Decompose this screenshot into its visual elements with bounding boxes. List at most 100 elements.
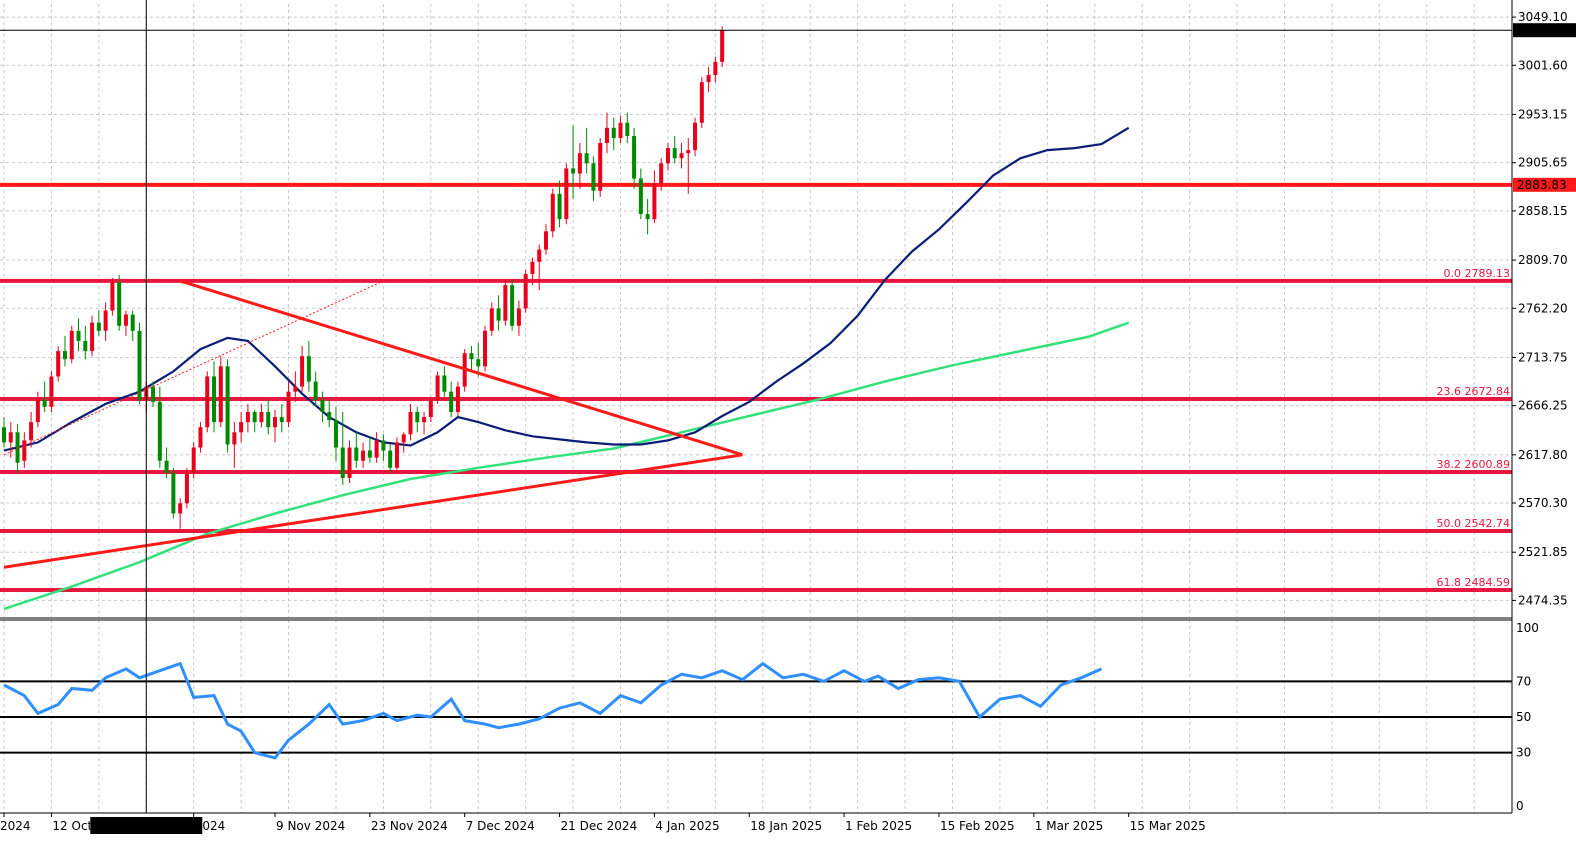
candle-body <box>340 447 345 478</box>
candle-body <box>218 366 223 423</box>
price-tick-label: 2858.15 <box>1518 204 1568 218</box>
candle-body <box>435 375 440 400</box>
candle-body <box>2 427 6 443</box>
candle-body <box>442 375 447 392</box>
candle-body <box>157 401 162 461</box>
candle-body <box>679 153 684 159</box>
time-tick-label: 1 Mar 2025 <box>1035 819 1103 833</box>
candle-body <box>293 386 298 392</box>
candle-body <box>544 231 548 250</box>
candle-body <box>401 434 406 443</box>
candle-body <box>483 330 488 367</box>
candle-body <box>178 503 183 514</box>
fib-level-label: 38.2 2600.89 <box>1437 458 1510 471</box>
price-tick-label: 2905.65 <box>1518 156 1568 170</box>
candle-body <box>320 399 325 412</box>
candle-body <box>557 193 562 220</box>
time-tick-label: 1 Feb 2025 <box>845 819 912 833</box>
candle-body <box>361 450 366 461</box>
candle-body <box>652 183 657 220</box>
level-price-tag-text: 2883.83 <box>1517 178 1567 192</box>
candle-body <box>300 356 305 387</box>
price-tick-label: 2762.20 <box>1518 301 1568 315</box>
candle-body <box>103 310 108 331</box>
time-tick-label: 12 Oct <box>52 819 92 833</box>
candle-body <box>306 356 311 382</box>
candle-body <box>29 422 34 441</box>
time-tick-label: 2024 <box>0 819 31 833</box>
price-tick-label: 3049.10 <box>1518 10 1568 24</box>
candle-body <box>503 285 508 321</box>
candle-body <box>713 61 718 76</box>
candle-body <box>286 391 291 423</box>
price-tick-label: 2617.80 <box>1518 448 1568 462</box>
candle-body <box>550 193 555 232</box>
candle-body <box>225 366 230 445</box>
candle-body <box>720 30 725 62</box>
candle-body <box>415 411 420 423</box>
candle-body <box>191 447 196 473</box>
price-tick-label: 3001.60 <box>1518 58 1568 72</box>
time-tick-label: 23 Nov 2024 <box>371 819 448 833</box>
candle-body <box>625 122 630 136</box>
candle-body <box>632 135 637 179</box>
candle-body <box>35 399 40 423</box>
candle-body <box>408 411 413 435</box>
candle-body <box>489 308 494 331</box>
candle-body <box>571 168 576 174</box>
rsi-tick-label: 30 <box>1516 746 1531 760</box>
candle-body <box>62 351 67 360</box>
candle-body <box>374 440 379 458</box>
candle-body <box>476 359 481 367</box>
fib-level-label: 61.8 2484.59 <box>1437 576 1510 589</box>
candle-body <box>123 314 128 326</box>
candle-body <box>205 376 210 428</box>
candle-body <box>171 472 176 514</box>
chart-background <box>0 0 1576 845</box>
candle-body <box>516 308 521 326</box>
current-price-tag-text: 3036.19 <box>1517 23 1567 37</box>
time-tick-label: 21 Dec 2024 <box>561 819 638 833</box>
price-tick-label: 2713.75 <box>1518 350 1568 364</box>
price-chart[interactable]: 3049.10 3001.60 2953.15 2905.65 2858.15 2809.… <box>0 0 1576 845</box>
candle-body <box>591 163 596 191</box>
candle-body <box>537 249 542 262</box>
candle-body <box>672 148 677 159</box>
candle-body <box>638 178 643 215</box>
price-tick-label: 2521.85 <box>1518 545 1568 559</box>
fib-level-label: 50.0 2542.74 <box>1437 517 1510 530</box>
candle-body <box>56 351 61 377</box>
candle-body <box>611 127 616 138</box>
candle-body <box>117 282 122 326</box>
time-tick-label: 7 Dec 2024 <box>466 819 535 833</box>
candle-body <box>110 282 115 311</box>
crosshair-time-tag-text: 2024.10.25 0:00 <box>97 819 196 833</box>
price-tick-label: 2474.35 <box>1518 593 1568 607</box>
time-tick-label: 15 Mar 2025 <box>1130 819 1206 833</box>
candle-body <box>584 153 589 164</box>
candle-body <box>659 163 664 184</box>
candle-body <box>42 399 47 407</box>
rsi-tick-label: 50 <box>1516 710 1531 724</box>
candle-body <box>151 386 156 402</box>
candle-body <box>184 472 189 504</box>
candle-body <box>367 450 372 458</box>
candle-body <box>394 442 399 468</box>
candle-body <box>577 153 582 174</box>
candle-body <box>266 411 271 428</box>
candle-body <box>665 148 670 164</box>
candle-body <box>598 143 603 191</box>
candle-body <box>706 75 711 83</box>
candle-body <box>455 386 460 412</box>
candle-body <box>327 411 332 421</box>
rsi-tick-label: 0 <box>1516 799 1524 813</box>
candle-body <box>347 447 352 478</box>
candle-body <box>198 427 203 448</box>
fib-level-label: 0.0 2789.13 <box>1444 267 1510 280</box>
candle-body <box>618 122 623 138</box>
candle-body <box>645 214 650 220</box>
candle-body <box>252 411 257 423</box>
candle-body <box>564 168 569 220</box>
candle-body <box>273 417 277 428</box>
candle-body <box>164 460 169 473</box>
